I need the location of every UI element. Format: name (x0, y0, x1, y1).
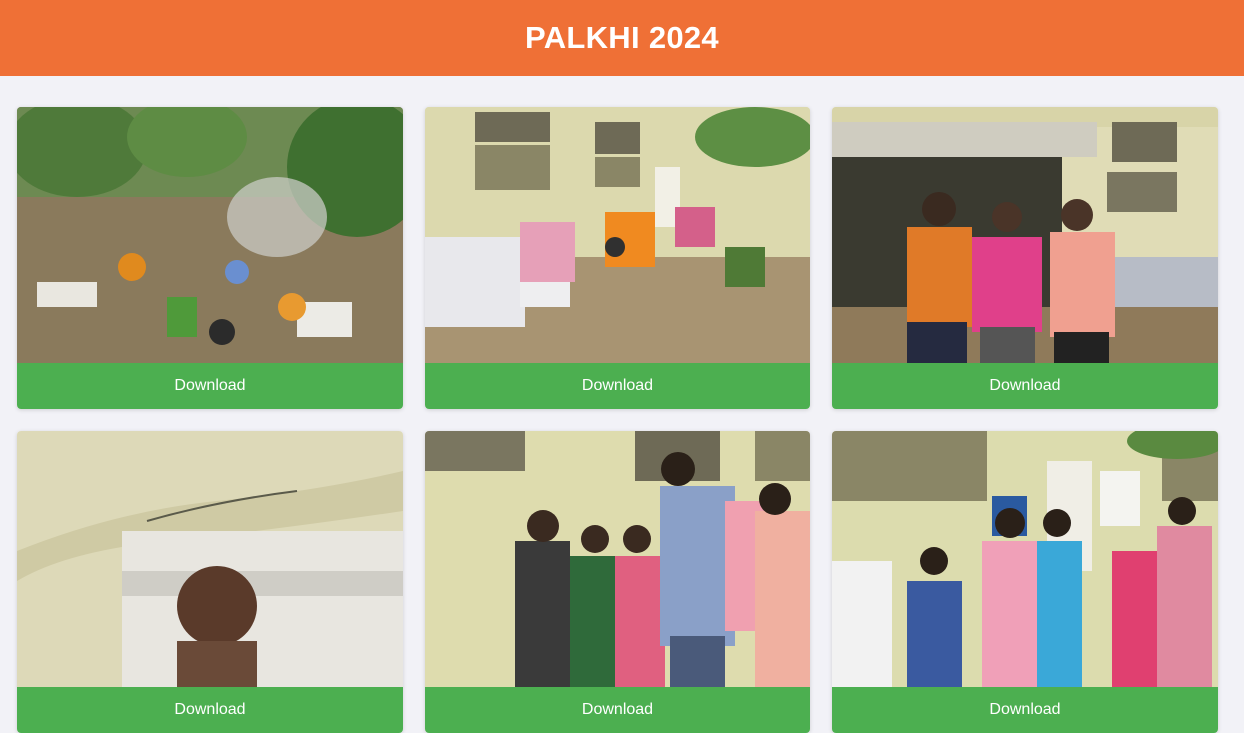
gallery-photo[interactable] (425, 431, 810, 687)
gallery-card: Download (832, 431, 1218, 733)
gallery-card: Download (832, 107, 1218, 409)
download-button[interactable]: Download (425, 363, 810, 409)
page-header: PALKHI 2024 (0, 0, 1244, 76)
gallery-photo[interactable] (425, 107, 810, 363)
photo-gallery: Download Download Download Download Down… (17, 107, 1218, 733)
gallery-card: Download (17, 107, 403, 409)
gallery-card: Download (425, 107, 810, 409)
download-button[interactable]: Download (17, 687, 403, 733)
download-button[interactable]: Download (17, 363, 403, 409)
page-title: PALKHI 2024 (525, 20, 719, 55)
gallery-photo[interactable] (832, 431, 1218, 687)
gallery-card: Download (17, 431, 403, 733)
download-button[interactable]: Download (425, 687, 810, 733)
download-button[interactable]: Download (832, 363, 1218, 409)
gallery-photo[interactable] (17, 431, 403, 687)
download-button[interactable]: Download (832, 687, 1218, 733)
gallery-card: Download (425, 431, 810, 733)
gallery-photo[interactable] (17, 107, 403, 363)
gallery-photo[interactable] (832, 107, 1218, 363)
